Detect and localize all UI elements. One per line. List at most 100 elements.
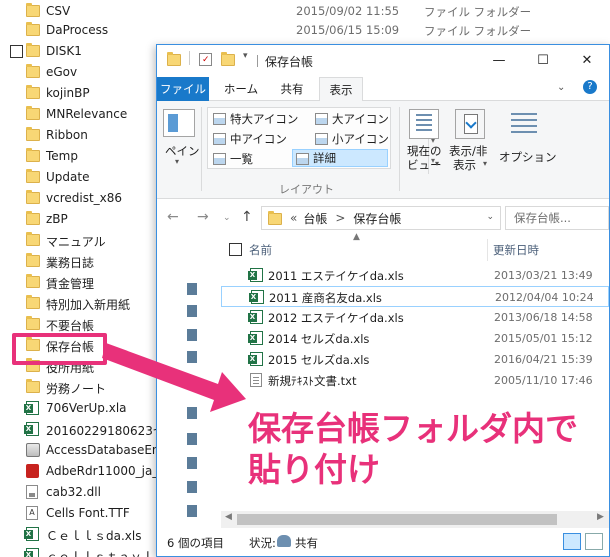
minimize-button[interactable]: — bbox=[477, 45, 521, 76]
scroll-thumb[interactable] bbox=[237, 514, 557, 525]
item-name: DaProcess bbox=[46, 23, 109, 37]
search-placeholder: 保存台帳... bbox=[514, 211, 571, 225]
new-folder-icon[interactable] bbox=[221, 52, 235, 66]
item-name: ｃｅｌｌｓｔａｙｌｅ bbox=[46, 550, 167, 557]
list-item[interactable]: DaProcess 2015/06/15 15:09 ファイル フォルダー bbox=[0, 20, 610, 41]
nav-item-icon[interactable] bbox=[187, 283, 197, 295]
search-input[interactable]: 保存台帳... bbox=[505, 206, 609, 230]
nav-item-icon[interactable] bbox=[187, 457, 197, 469]
navigation-pane bbox=[157, 237, 217, 527]
item-name: 業務日誌 bbox=[46, 256, 95, 270]
divider bbox=[487, 239, 488, 261]
folder-icon bbox=[26, 127, 40, 142]
item-name: DISK1 bbox=[46, 44, 82, 58]
item-name: 不要台帳 bbox=[46, 319, 95, 333]
excel-icon bbox=[24, 401, 40, 415]
maximize-button[interactable]: ☐ bbox=[521, 45, 565, 76]
forward-arrow-icon[interactable]: → bbox=[197, 209, 209, 225]
excel-icon bbox=[248, 331, 263, 345]
file-row[interactable]: 2011 産商名友da.xls 2012/04/04 10:24 bbox=[221, 286, 609, 307]
view-list[interactable]: 一覧 bbox=[210, 150, 290, 168]
file-date: 2013/03/21 13:49 bbox=[494, 269, 593, 282]
horizontal-scrollbar[interactable]: ◀ ▶ bbox=[221, 511, 609, 528]
item-name: cab32.dll bbox=[46, 485, 101, 499]
nav-item-icon[interactable] bbox=[187, 433, 197, 445]
options-icon[interactable] bbox=[509, 109, 539, 139]
item-name: Cells Font.TTF bbox=[46, 506, 130, 520]
view-extra-large-icons[interactable]: 特大アイコン bbox=[210, 110, 310, 128]
recent-locations-icon[interactable]: ⌄ bbox=[223, 213, 231, 223]
layout-group-label: レイアウト bbox=[279, 183, 334, 196]
tab-file[interactable]: ファイル bbox=[157, 77, 209, 101]
nav-item-icon[interactable] bbox=[187, 351, 197, 363]
close-button[interactable]: ✕ bbox=[565, 45, 609, 76]
folder-icon bbox=[26, 85, 40, 100]
list-item[interactable]: CSV 2015/09/02 11:55 ファイル フォルダー bbox=[0, 1, 610, 22]
view-details[interactable]: 詳細 bbox=[292, 149, 388, 167]
excel-icon bbox=[248, 352, 263, 366]
item-checkbox[interactable] bbox=[10, 45, 23, 58]
show-hide-label-2[interactable]: 表示 bbox=[453, 157, 476, 173]
view-medium-icons[interactable]: 中アイコン bbox=[210, 130, 310, 148]
folder-icon bbox=[26, 64, 40, 79]
nav-item-icon[interactable] bbox=[187, 407, 197, 419]
scroll-right-icon[interactable]: ▶ bbox=[597, 512, 604, 522]
options-label[interactable]: オプション bbox=[499, 149, 557, 165]
column-modified[interactable]: 更新日時 bbox=[493, 242, 539, 258]
chevron-down-icon[interactable]: ⌄ bbox=[486, 212, 494, 222]
nav-item-icon[interactable] bbox=[187, 329, 197, 341]
tab-home[interactable]: ホーム bbox=[217, 77, 265, 101]
details-view-button[interactable] bbox=[563, 533, 581, 550]
collapse-ribbon-icon[interactable]: ⌄ bbox=[557, 82, 565, 93]
navigation-pane-icon[interactable] bbox=[163, 109, 195, 137]
large-icons-view-button[interactable] bbox=[585, 533, 603, 550]
up-arrow-icon[interactable]: ↑ bbox=[241, 209, 253, 225]
chevron-down-icon[interactable]: ▾ bbox=[175, 157, 179, 166]
annotation-line-1: 保存台帳フォルダ内で bbox=[248, 409, 578, 448]
folder-icon bbox=[26, 3, 40, 18]
divider bbox=[399, 107, 400, 191]
file-row[interactable]: 2011 エステイケイda.xls 2013/03/21 13:49 bbox=[221, 265, 609, 286]
chevron-down-icon[interactable]: ▾ bbox=[435, 159, 439, 168]
select-all-checkbox[interactable] bbox=[229, 243, 242, 256]
breadcrumb-overflow[interactable]: « bbox=[290, 211, 297, 225]
file-row[interactable]: 2015 セルズda.xls 2016/04/21 15:39 bbox=[221, 349, 609, 370]
customize-toolbar-icon[interactable]: ▾ bbox=[243, 51, 248, 61]
folder-icon bbox=[26, 148, 40, 163]
file-row[interactable]: 2012 エステイケイda.xls 2013/06/18 14:58 bbox=[221, 307, 609, 328]
nav-item-icon[interactable] bbox=[187, 505, 197, 517]
tab-share[interactable]: 共有 bbox=[271, 77, 313, 101]
item-name: Update bbox=[46, 170, 90, 184]
show-hide-icon[interactable] bbox=[455, 109, 485, 139]
item-name: kojinBP bbox=[46, 86, 90, 100]
breadcrumb-item[interactable]: 保存台帳 bbox=[353, 210, 401, 227]
back-arrow-icon[interactable]: ← bbox=[167, 209, 179, 225]
help-icon[interactable]: ? bbox=[583, 80, 597, 94]
properties-icon[interactable]: ✓ bbox=[199, 53, 212, 66]
nav-item-icon[interactable] bbox=[187, 305, 197, 317]
excel-icon bbox=[24, 527, 40, 541]
nav-item-icon[interactable] bbox=[187, 481, 197, 493]
excel-icon bbox=[248, 268, 263, 282]
breadcrumb-separator[interactable]: > bbox=[335, 211, 345, 225]
current-view-icon[interactable] bbox=[409, 109, 439, 139]
folder-icon bbox=[26, 190, 40, 205]
divider bbox=[189, 51, 190, 65]
column-name[interactable]: 名前 bbox=[249, 242, 272, 258]
pane-label[interactable]: ペイン bbox=[165, 143, 200, 159]
file-row[interactable]: 新規ﾃｷｽﾄ文書.txt 2005/11/10 17:46 bbox=[221, 370, 609, 391]
item-name: マニュアル bbox=[46, 235, 106, 249]
folder-icon bbox=[26, 232, 40, 247]
folder-icon bbox=[26, 106, 40, 121]
chevron-down-icon[interactable]: ▾ bbox=[483, 159, 487, 168]
tab-view[interactable]: 表示 bbox=[319, 77, 363, 102]
breadcrumb-item[interactable]: 台帳 bbox=[303, 210, 327, 227]
scroll-left-icon[interactable]: ◀ bbox=[225, 512, 232, 522]
file-row[interactable]: 2014 セルズda.xls 2015/05/01 15:12 bbox=[221, 328, 609, 349]
file-name: 新規ﾃｷｽﾄ文書.txt bbox=[268, 374, 357, 388]
address-input[interactable]: « 台帳 > 保存台帳 ⌄ bbox=[261, 206, 501, 230]
view-icon bbox=[213, 113, 226, 125]
file-date: 2013/06/18 14:58 bbox=[494, 311, 593, 324]
view-large-icons[interactable]: 大アイコン bbox=[312, 110, 392, 128]
view-small-icons[interactable]: 小アイコン bbox=[312, 130, 392, 148]
